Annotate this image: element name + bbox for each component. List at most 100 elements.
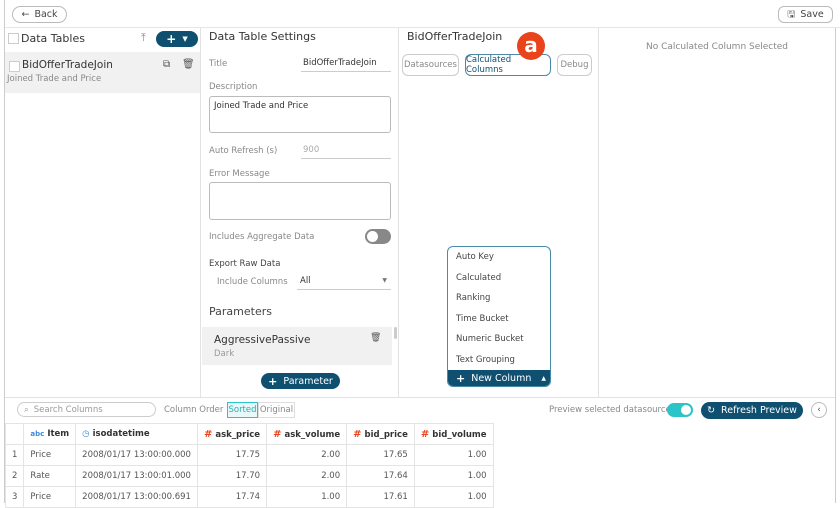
preview-toggle[interactable] [667,403,693,417]
table-cell: 1.00 [413,486,494,508]
table-row: 1 Price 2008/01/17 13:00:00.000 17.75 2.00 17… [4,444,494,466]
table-cell: Price [23,444,77,466]
refresh-icon: ↻ [707,405,716,416]
table-header-row: abc Item ◷ isodatetime # ask_price # ask_vol… [4,423,494,445]
trash-icon[interactable]: 🗑 [370,333,381,343]
caret-up-icon: ▲ [541,374,546,382]
title-label: Title [209,59,228,69]
column-header-isodatetime[interactable]: ◷ isodatetime [75,423,198,445]
plus-icon: + [166,32,177,46]
order-sorted-button[interactable]: Sorted [227,402,258,418]
column-header-item[interactable]: abc Item [23,423,77,445]
number-type-icon: # [420,428,430,440]
table-cell: 1.00 [413,444,494,466]
datasource-panel-title: BidOfferTradeJoin [407,30,503,43]
menu-item-auto-key[interactable]: Auto Key [448,247,550,268]
refresh-preview-button[interactable]: ↻ Refresh Preview [701,402,803,419]
table-cell: 17.74 [196,486,268,508]
caret-down-icon: ▼ [182,35,188,43]
table-cell: 1.00 [413,465,494,487]
table-cell: 2008/01/17 13:00:01.000 [75,465,198,487]
table-cell: 2008/01/17 13:00:00.691 [75,486,198,508]
menu-item-ranking[interactable]: Ranking [448,288,550,309]
caret-down-icon: ▼ [382,277,387,284]
auto-refresh-label: Auto Refresh (s) [209,146,278,156]
select-all-checkbox[interactable] [8,33,19,44]
save-button[interactable]: 🖫 Save [778,6,833,23]
settings-title: Data Table Settings [209,30,316,43]
table-row: 2 Rate 2008/01/17 13:00:01.000 17.70 2.00 17.… [4,465,494,487]
menu-item-text-grouping[interactable]: Text Grouping [448,350,550,371]
title-input[interactable]: BidOfferTradeJoin [301,55,391,72]
collapse-button[interactable]: ‹ [811,402,827,418]
table-list-item[interactable]: BidOfferTradeJoin Joined Trade and Price… [5,52,200,93]
table-cell: 2.00 [266,444,348,466]
error-message-label: Error Message [209,169,270,179]
new-column-menu: Auto Key Calculated Ranking Time Bucket … [447,246,551,387]
search-columns-input[interactable]: ⌕ Search Columns [17,402,156,417]
save-icon: 🖫 [787,8,796,20]
duplicate-icon[interactable]: ⧉ [163,59,170,70]
description-textarea[interactable]: Joined Trade and Price [209,96,391,133]
column-header-ask-volume[interactable]: # ask_volume [266,423,348,445]
back-button[interactable]: ← Back [12,6,67,23]
table-name: BidOfferTradeJoin [22,59,113,71]
trash-icon[interactable]: 🗑 [182,59,195,70]
menu-item-time-bucket[interactable]: Time Bucket [448,309,550,330]
auto-refresh-input[interactable]: 900 [301,142,391,159]
chevron-left-icon: ‹ [817,405,821,415]
window-border [835,28,836,503]
add-parameter-button[interactable]: + Parameter [261,373,340,389]
table-cell: 17.65 [346,444,415,466]
table-description: Joined Trade and Price [7,74,102,84]
callout-badge: a [517,32,545,60]
aggregate-toggle[interactable] [365,229,391,244]
aggregate-label: Includes Aggregate Data [209,232,315,242]
row-number: 2 [4,465,25,487]
preview-label: Preview selected datasource [549,405,671,415]
search-icon: ⌕ [24,404,29,415]
table-row: 3 Price 2008/01/17 13:00:00.691 17.74 1.00 17… [4,486,494,508]
order-original-button[interactable]: Original [258,402,295,418]
table-cell: 17.64 [346,465,415,487]
table-cell: 2008/01/17 13:00:00.000 [75,444,198,466]
number-type-icon: # [203,428,213,440]
plus-icon: + [456,371,466,385]
parameters-title: Parameters [209,305,272,318]
number-type-icon: # [353,428,362,440]
tab-debug[interactable]: Debug [557,54,592,76]
upload-icon[interactable]: ⤒ [141,31,146,45]
table-cell: Rate [23,465,77,487]
column-header-ask-price[interactable]: # ask_price [196,423,268,445]
arrow-left-icon: ← [21,9,30,20]
menu-item-numeric-bucket[interactable]: Numeric Bucket [448,329,550,350]
table-cell: 2.00 [266,465,348,487]
error-message-textarea[interactable] [209,182,391,220]
parameter-name: AggressivePassive [214,334,311,346]
include-columns-label: Include Columns [217,277,288,287]
divider [5,397,835,398]
table-cell: 17.70 [196,465,268,487]
add-table-button[interactable]: + ▼ [156,31,198,47]
scrollbar[interactable] [394,327,397,339]
item-checkbox[interactable] [9,61,20,72]
column-header-bid-volume[interactable]: # bid_volume [413,423,494,445]
number-type-icon: # [273,428,282,440]
parameter-item[interactable]: AggressivePassive Dark 🗑 [202,327,392,365]
table-cell: 17.61 [346,486,415,508]
table-cell: 1.00 [266,486,348,508]
row-number: 1 [4,444,25,466]
include-columns-select[interactable]: All ▼ [297,272,391,290]
data-tables-title: Data Tables [21,32,85,45]
row-number-header [4,423,25,445]
column-header-bid-price[interactable]: # bid_price [346,423,415,445]
parameter-value: Dark [214,349,235,359]
preview-table: abc Item ◷ isodatetime # ask_price # ask_vol… [4,423,494,508]
menu-item-calculated[interactable]: Calculated [448,268,550,289]
table-cell: 17.75 [196,444,268,466]
tab-datasources[interactable]: Datasources [402,54,459,76]
divider [5,27,840,28]
new-column-button[interactable]: + New Column ▲ [448,370,550,386]
text-type-icon: abc [30,430,45,438]
table-cell: Price [23,486,77,508]
